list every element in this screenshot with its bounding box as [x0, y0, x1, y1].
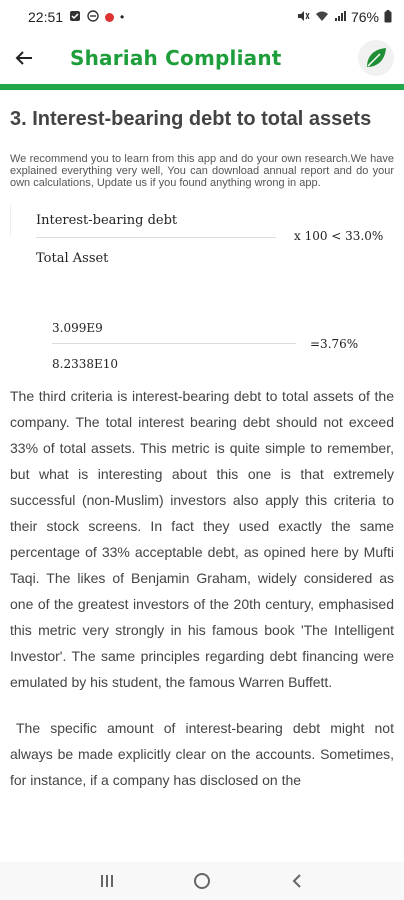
app-notification-icon — [105, 12, 115, 22]
signal-icon — [334, 10, 346, 24]
formula-fraction-line — [36, 237, 276, 238]
calc-numerator: 3.099E9 — [52, 321, 103, 335]
article-paragraph: The third criteria is interest-bearing d… — [10, 388, 394, 690]
calc-result: =3.76% — [310, 337, 359, 351]
article-title: 3. Interest-bearing debt to total assets — [10, 108, 372, 130]
battery-percent: 76% — [350, 9, 379, 25]
app-bar: Shariah Compliant — [0, 34, 404, 82]
recent-apps-button[interactable] — [87, 866, 127, 896]
calc-denominator: 8.2338E10 — [52, 357, 119, 371]
leaf-logo-button[interactable] — [358, 40, 394, 76]
home-button[interactable] — [182, 866, 222, 896]
leaf-icon — [367, 48, 386, 67]
article-intro: We recommend you to learn from this app … — [10, 153, 394, 189]
formula-numerator: Interest-bearing debt — [36, 213, 178, 228]
more-notifications-icon: • — [120, 10, 125, 24]
calc-fraction-line — [52, 343, 296, 344]
battery-icon — [384, 9, 392, 25]
article-paragraph: The specific amount of interest-bearing … — [10, 720, 394, 788]
formula-divider — [10, 205, 11, 237]
arrow-left-icon — [15, 51, 32, 65]
back-button[interactable] — [10, 44, 38, 72]
wifi-icon — [315, 10, 329, 24]
formula-threshold: x 100 < 33.0% — [294, 229, 384, 243]
formula-block: Interest-bearing debt Total Asset x 100 … — [10, 199, 394, 289]
status-bar: 22:51 • 76% — [0, 0, 404, 34]
system-back-button[interactable] — [277, 866, 317, 896]
checkbox-notification-icon — [69, 10, 81, 24]
chevron-left-icon — [292, 874, 301, 888]
article-content[interactable]: 3. Interest-bearing debt to total assets… — [0, 90, 404, 862]
home-circle-icon — [193, 873, 210, 889]
do-not-disturb-icon — [87, 10, 99, 24]
mute-icon — [297, 10, 310, 24]
app-title: Shariah Compliant — [70, 46, 282, 70]
system-navigation-bar — [0, 862, 404, 900]
recent-apps-icon — [101, 875, 114, 887]
formula-denominator: Total Asset — [36, 251, 109, 266]
calculation-block: 3.099E9 8.2338E10 =3.76% — [10, 313, 394, 383]
status-time: 22:51 — [28, 9, 64, 25]
